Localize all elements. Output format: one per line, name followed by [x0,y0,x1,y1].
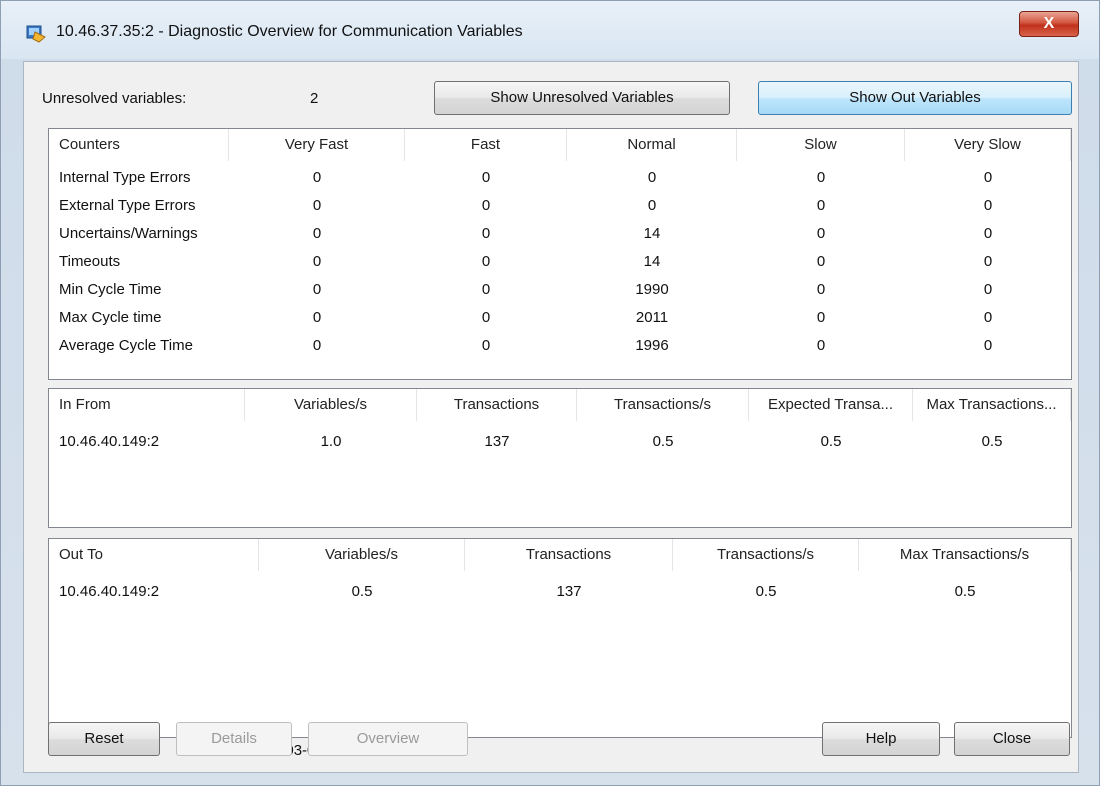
out-to-list[interactable]: Out To Variables/s Transactions Transaction… [48,538,1072,738]
dialog-window: 10.46.37.35:2 - Diagnostic Overview for … [0,0,1100,786]
column-header[interactable]: Max Transactions/s [859,539,1071,571]
app-icon [26,25,46,43]
column-header[interactable]: Counters [49,129,229,161]
column-header[interactable]: Expected Transa... [749,389,913,421]
row-value: 0 [816,169,826,186]
row-value: 0 [983,253,993,270]
title-bar[interactable]: 10.46.37.35:2 - Diagnostic Overview for … [1,1,1099,59]
dialog-client-area: Unresolved variables: 2 Show Unresolved … [23,61,1079,773]
row-value: 1996 [635,337,669,354]
row-value: 0 [312,197,322,214]
column-header[interactable]: Transactions/s [577,389,749,421]
row-value: 0 [816,309,826,326]
close-button[interactable]: Close [954,722,1070,756]
close-icon: X [1043,15,1055,32]
row-value: 0 [983,281,993,298]
column-header[interactable]: Normal [567,129,737,161]
reset-button[interactable]: Reset [48,722,160,756]
list-row[interactable]: Uncertains/Warnings 0 0 14 0 0 [49,225,1071,253]
row-value: 14 [643,225,661,242]
row-value: 0 [816,281,826,298]
row-value: 0 [647,169,657,186]
column-header[interactable]: Very Slow [905,129,1071,161]
show-out-variables-button[interactable]: Show Out Variables [758,81,1072,115]
help-button[interactable]: Help [822,722,940,756]
row-name: External Type Errors [59,197,196,214]
row-value: 0 [816,225,826,242]
list-row[interactable]: Average Cycle Time 0 0 1996 0 0 [49,337,1071,365]
row-value: 137 [556,583,582,600]
row-name: 10.46.40.149:2 [59,433,160,450]
overview-button[interactable]: Overview [308,722,468,756]
counters-list[interactable]: Counters Very Fast Fast Normal Slow Very Slow… [48,128,1072,380]
row-value: 0 [816,337,826,354]
list-row[interactable]: 10.46.40.149:2 0.5 137 0.5 0.5 [49,583,1071,611]
row-value: 0.5 [351,583,373,600]
list-row[interactable]: Max Cycle time 0 0 2011 0 0 [49,309,1071,337]
column-header[interactable]: Very Fast [229,129,405,161]
row-value: 0 [647,197,657,214]
row-value: 0 [481,281,491,298]
row-value: 0 [312,169,322,186]
row-value: 0 [312,225,322,242]
list-row[interactable]: Timeouts 0 0 14 0 0 [49,253,1071,281]
row-value: 0.5 [981,433,1003,450]
row-value: 0 [481,253,491,270]
column-header[interactable]: Transactions [465,539,673,571]
row-value: 0 [983,309,993,326]
row-value: 0 [983,225,993,242]
row-name: Min Cycle Time [59,281,162,298]
list-row[interactable]: Internal Type Errors 0 0 0 0 0 [49,169,1071,197]
row-value: 0.5 [820,433,842,450]
row-value: 0 [481,309,491,326]
row-name: 10.46.40.149:2 [59,583,160,600]
row-value: 0 [312,281,322,298]
row-value: 0 [816,253,826,270]
column-header[interactable]: Transactions [417,389,577,421]
column-header[interactable]: Max Transactions... [913,389,1071,421]
row-value: 0.5 [652,433,674,450]
row-name: Timeouts [59,253,121,270]
list-row[interactable]: External Type Errors 0 0 0 0 0 [49,197,1071,225]
row-name: Average Cycle Time [59,337,193,354]
row-value: 0 [481,225,491,242]
row-name: Max Cycle time [59,309,162,326]
column-header[interactable]: Fast [405,129,567,161]
row-value: 0 [481,169,491,186]
row-value: 1.0 [320,433,342,450]
unresolved-label: Unresolved variables: [42,90,187,107]
row-value: 0 [816,197,826,214]
row-name: Uncertains/Warnings [59,225,198,242]
list-row[interactable]: Min Cycle Time 0 0 1990 0 0 [49,281,1071,309]
column-header[interactable]: In From [49,389,245,421]
row-value: 0 [983,197,993,214]
row-value: 0.5 [954,583,976,600]
window-title: 10.46.37.35:2 - Diagnostic Overview for … [56,23,523,40]
column-header[interactable]: Variables/s [259,539,465,571]
row-value: 0 [312,253,322,270]
row-value: 0 [481,337,491,354]
row-value: 0 [983,337,993,354]
row-name: Internal Type Errors [59,169,191,186]
row-value: 137 [484,433,510,450]
show-unresolved-variables-button[interactable]: Show Unresolved Variables [434,81,730,115]
row-value: 0.5 [755,583,777,600]
column-header[interactable]: Slow [737,129,905,161]
row-value: 1990 [635,281,669,298]
column-header[interactable]: Variables/s [245,389,417,421]
row-value: 2011 [635,309,669,326]
list-row[interactable]: 10.46.40.149:2 1.0 137 0.5 0.5 0.5 [49,433,1071,461]
unresolved-count: 2 [310,90,319,107]
row-value: 0 [312,337,322,354]
row-value: 0 [481,197,491,214]
details-button[interactable]: Details [176,722,292,756]
in-from-list[interactable]: In From Variables/s Transactions Transactio… [48,388,1072,528]
column-header[interactable]: Out To [49,539,259,571]
window-close-button[interactable]: X [1019,11,1079,37]
row-value: 0 [983,169,993,186]
row-value: 0 [312,309,322,326]
column-header[interactable]: Transactions/s [673,539,859,571]
row-value: 14 [643,253,661,270]
